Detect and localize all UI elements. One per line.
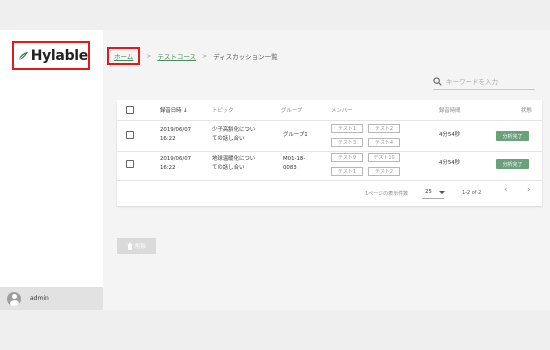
row-group-line1: M01-18- [283, 156, 306, 162]
row-duration: 4分54秒 [439, 160, 461, 166]
column-header-topic[interactable]: トピック [212, 100, 234, 120]
row-date-day: 2019/06/07 [160, 156, 192, 162]
row-duration: 4分54秒 [439, 132, 461, 138]
table-divider [117, 120, 542, 121]
next-page-button[interactable]: › [527, 185, 531, 195]
rows-per-page-label: 1ページの表示件数 [365, 191, 409, 197]
user-menu[interactable]: admin [0, 287, 103, 310]
delete-button-label: 削除 [135, 244, 146, 250]
table-divider [117, 151, 542, 152]
status-badge[interactable]: 分析完了 [496, 159, 529, 169]
chevron-down-icon [438, 190, 445, 194]
row-checkbox[interactable] [126, 160, 134, 168]
breadcrumb-course-link[interactable]: テストコース [157, 51, 196, 61]
trash-icon [127, 242, 133, 250]
sort-arrow-down-icon: ↓ [182, 106, 188, 114]
row-date-time: 16:22 [160, 136, 176, 142]
hylable-leaf-icon [18, 51, 28, 60]
row-checkbox[interactable] [126, 131, 134, 139]
breadcrumb-home-link[interactable]: ホーム [107, 47, 141, 65]
member-chip: テスト3 [331, 138, 363, 147]
breadcrumb-separator: > [146, 52, 152, 60]
prev-page-button[interactable]: ‹ [504, 185, 508, 195]
app-screen: Hylable admin ホーム > テストコース > ディスカッション一覧 … [0, 30, 550, 310]
column-header-members[interactable]: メンバー [331, 100, 353, 120]
row-date-time: 16:22 [160, 165, 176, 171]
column-header-date[interactable]: 録音日時 ↓ [160, 100, 188, 120]
sidebar: Hylable admin [0, 30, 103, 310]
row-date: 2019/06/07 16:22 [160, 126, 191, 144]
select-underline [422, 198, 444, 199]
breadcrumb-separator: > [202, 52, 208, 60]
column-header-group[interactable]: グループ [281, 100, 302, 120]
row-topic: 地球温暖化につい ての話し合い [212, 155, 255, 173]
member-chip: テスト2 [368, 124, 400, 133]
account-circle-icon [7, 291, 21, 306]
search-input[interactable] [446, 77, 531, 86]
status-badge[interactable]: 分析完了 [496, 131, 529, 141]
column-header-date-label: 録音日時 [160, 108, 182, 114]
table-divider [117, 180, 542, 181]
member-chip: テスト1 [331, 167, 363, 176]
row-topic-line1: 地球温暖化につい [212, 156, 256, 162]
discussion-table: 録音日時 ↓ トピック グループ メンバー 録音時間 状態 2019/06/07… [117, 100, 542, 206]
row-group-line2: 0083 [283, 165, 297, 171]
member-chip: テスト9 [331, 153, 363, 162]
column-header-status[interactable]: 状態 [521, 100, 532, 120]
row-topic-line2: ての話し合い [212, 136, 245, 142]
row-date-day: 2019/06/07 [160, 127, 192, 133]
row-topic-line1: 少子高齢化につい [212, 127, 256, 133]
pagination-range: 1-2 of 2 [462, 190, 482, 196]
member-chip: テスト2 [368, 167, 400, 176]
member-chip: テスト1 [331, 124, 363, 133]
rows-per-page-value: 25 [425, 189, 432, 195]
search-icon [433, 77, 442, 86]
breadcrumb-current: ディスカッション一覧 [213, 53, 278, 61]
brand-logo[interactable]: Hylable [12, 41, 90, 70]
row-topic-line2: ての話し合い [212, 165, 245, 171]
search-bar [433, 74, 535, 90]
breadcrumb: ホーム > テストコース > ディスカッション一覧 [107, 47, 278, 65]
delete-button[interactable]: 削除 [117, 238, 156, 254]
select-all-checkbox[interactable] [126, 106, 134, 114]
rows-per-page-select[interactable]: 25 [425, 189, 445, 195]
user-name: admin [30, 295, 49, 302]
row-group: M01-18- 0083 [283, 155, 305, 173]
member-chip: テスト4 [368, 138, 400, 147]
row-date: 2019/06/07 16:22 [160, 155, 191, 173]
row-group: グループ1 [283, 131, 308, 140]
member-chip: テスト10 [368, 153, 400, 162]
column-header-duration[interactable]: 録音時間 [439, 100, 461, 120]
row-topic: 少子高齢化につい ての話し合い [212, 126, 255, 144]
brand-name: Hylable [30, 47, 89, 64]
row-group-line1: グループ1 [283, 132, 308, 138]
